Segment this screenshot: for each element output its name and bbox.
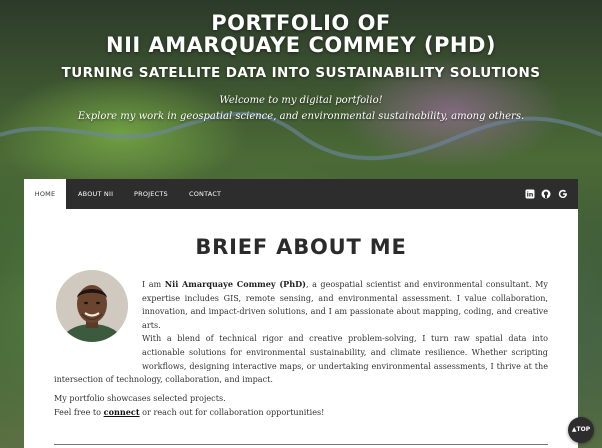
back-to-top-button[interactable]: ▲TOP [568,417,594,443]
nav-about[interactable]: ABOUT NII [78,179,113,209]
nav-projects[interactable]: PROJECTS [134,179,168,209]
explore-text: Explore my work in geospatial science, a… [77,111,525,122]
nav-home[interactable]: HOME [24,179,66,209]
github-icon[interactable] [541,189,551,199]
bio-text: I am Nii Amarquaye Commey (PhD), a geosp… [54,278,548,387]
showcase-text: My portfolio showcases selected projects… [54,392,548,419]
content-card: HOME ABOUT NII PROJECTS CONTACT in BRIEF… [24,179,578,448]
connect-line: Feel free to connect or reach out for co… [54,406,325,417]
connect-link[interactable]: connect [104,407,140,417]
portfolio-subtitle: TURNING SATELLITE DATA INTO SUSTAINABILI… [61,65,541,81]
portfolio-title: PORTFOLIO OF NII AMARQUAYE COMMEY (PHD) [106,11,496,57]
welcome-text: Welcome to my digital portfolio! [219,95,383,106]
nav-contact[interactable]: CONTACT [189,179,221,209]
photo-spacer [54,277,142,361]
about-heading: BRIEF ABOUT ME [195,235,407,259]
linkedin-icon[interactable]: in [525,189,535,199]
google-scholar-icon[interactable] [558,189,568,199]
svg-text:in: in [527,191,534,199]
hero-banner: PORTFOLIO OF NII AMARQUAYE COMMEY (PHD) … [0,0,602,180]
section-divider [54,444,548,445]
top-navbar: HOME ABOUT NII PROJECTS CONTACT in [24,179,578,209]
bio-name: Nii Amarquaye Commey (PhD) [164,279,306,289]
showcase-line: My portfolio showcases selected projects… [54,393,226,403]
